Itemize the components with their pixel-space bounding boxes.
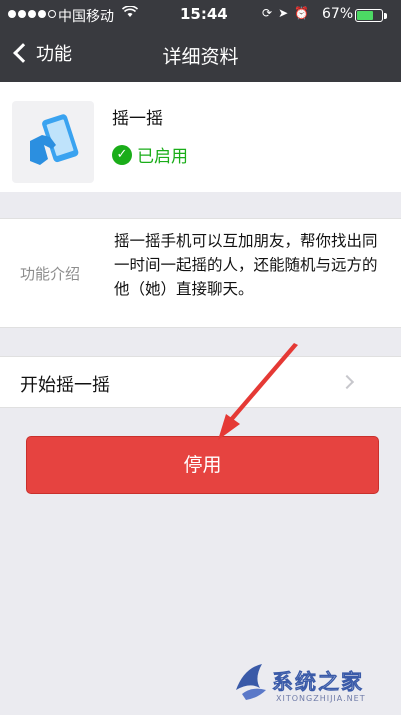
status-badge: ✓ 已启用 xyxy=(112,142,188,167)
watermark: 系统之家 XITONGZHIJIA.NET xyxy=(232,660,397,710)
watermark-logo-icon xyxy=(236,664,266,700)
battery-percent: 67% xyxy=(322,6,354,22)
location-icon: ➤ xyxy=(278,6,289,20)
shake-app-icon xyxy=(12,101,94,183)
status-bar: 中国移动 15:44 ⟳ ➤ ⏰ 67% xyxy=(0,0,401,30)
page-title: 详细资料 xyxy=(162,46,239,68)
start-shake-row[interactable]: 开始摇一摇 xyxy=(0,356,401,408)
description-section: 功能介绍 摇一摇手机可以互加朋友，帮你找出同一时间一起摇的人，还能随机与远方的他… xyxy=(0,218,401,328)
rotation-lock-icon: ⟳ xyxy=(262,6,273,20)
top-bar: 中国移动 15:44 ⟳ ➤ ⏰ 67% 功能 详细资料 xyxy=(0,0,401,82)
disable-button[interactable]: 停用 xyxy=(26,436,379,494)
battery-icon xyxy=(355,9,383,22)
carrier-name: 中国移动 xyxy=(58,9,114,25)
start-shake-label: 开始摇一摇 xyxy=(20,375,110,396)
description-text: 摇一摇手机可以互加朋友，帮你找出同一时间一起摇的人，还能随机与远方的他（她）直接… xyxy=(114,232,378,298)
battery-level-fill xyxy=(357,11,374,20)
feature-name: 摇一摇 xyxy=(112,109,163,129)
chevron-right-icon xyxy=(339,374,355,390)
feature-header: 摇一摇 ✓ 已启用 xyxy=(0,82,401,192)
signal-strength-icon xyxy=(8,10,56,18)
alarm-icon: ⏰ xyxy=(294,6,310,20)
status-text: 已启用 xyxy=(137,147,188,167)
status-time: 15:44 xyxy=(180,5,228,23)
watermark-name: 系统之家 xyxy=(272,670,364,695)
battery-tip xyxy=(384,13,387,19)
check-icon: ✓ xyxy=(112,144,132,165)
wifi-icon xyxy=(121,5,139,22)
watermark-url: XITONGZHIJIA.NET xyxy=(276,694,366,703)
navigation-bar: 功能 详细资料 xyxy=(0,30,401,82)
description-label: 功能介绍 xyxy=(20,265,81,283)
